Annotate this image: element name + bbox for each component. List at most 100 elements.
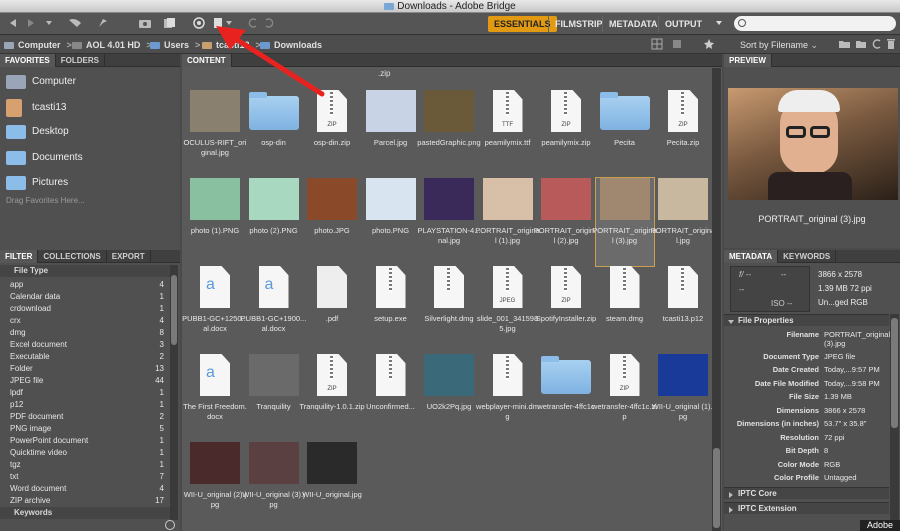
favorite-home[interactable]: tcasti13 bbox=[4, 97, 174, 119]
workspace-output[interactable]: OUTPUT bbox=[658, 16, 708, 32]
filter-item[interactable]: PowerPoint document 1 bbox=[0, 435, 170, 447]
filter-item[interactable]: lpdf 1 bbox=[0, 387, 170, 399]
thumbnail-item[interactable]: Unconfirmed... bbox=[362, 354, 420, 442]
filter-item[interactable]: Executable 2 bbox=[0, 351, 170, 363]
filter-item[interactable]: Word document 4 bbox=[0, 483, 170, 495]
filter-item[interactable]: dmg 8 bbox=[0, 327, 170, 339]
filter-item[interactable]: PDF document 2 bbox=[0, 411, 170, 423]
filter-item[interactable]: ZIP archive 17 bbox=[0, 495, 170, 507]
tab-metadata[interactable]: METADATA bbox=[724, 250, 779, 263]
filter-item[interactable]: app 4 bbox=[0, 279, 170, 291]
filter-section-file-type[interactable]: File Type bbox=[0, 265, 170, 277]
search-input[interactable] bbox=[734, 16, 896, 31]
favorite-pictures[interactable]: Pictures bbox=[4, 172, 174, 194]
filter-lock-icon[interactable] bbox=[165, 520, 175, 530]
workspace-dropdown-icon[interactable] bbox=[710, 16, 728, 32]
filter-item[interactable]: Calendar data 1 bbox=[0, 291, 170, 303]
thumbnail-item[interactable]: OCULUS-RIFT_original.jpg bbox=[184, 90, 246, 178]
tab-export[interactable]: EXPORT bbox=[107, 250, 151, 263]
thumbnail-item[interactable]: .pdf bbox=[303, 266, 361, 354]
preview-image[interactable] bbox=[728, 88, 898, 200]
filter-item[interactable]: crdownload 1 bbox=[0, 303, 170, 315]
breadcrumb-users[interactable]: Users > bbox=[150, 36, 200, 54]
content-scroll-thumb[interactable] bbox=[713, 448, 720, 528]
thumbnail-item[interactable]: photo (1).PNG bbox=[186, 178, 244, 266]
filter-item[interactable]: crx 4 bbox=[0, 315, 170, 327]
tab-folders[interactable]: FOLDERS bbox=[56, 54, 105, 67]
tab-favorites[interactable]: FAVORITES bbox=[0, 54, 56, 67]
camera-icon[interactable] bbox=[136, 16, 154, 32]
thumbnail-item[interactable]: WII-U_original.jpg bbox=[302, 442, 362, 530]
thumbnail-item[interactable]: PLAYSTATION-4...nal.jpg bbox=[418, 178, 480, 266]
tab-filter[interactable]: FILTER bbox=[0, 250, 39, 263]
tab-keywords[interactable]: KEYWORDS bbox=[778, 250, 837, 263]
section-iptc-extension[interactable]: IPTC Extension bbox=[724, 502, 889, 514]
thumbnail-item[interactable]: TTF peamilymix.ttf bbox=[479, 90, 537, 178]
filter-scrollbar[interactable] bbox=[170, 265, 178, 520]
tab-preview[interactable]: PREVIEW bbox=[724, 54, 772, 67]
content-scrollbar[interactable] bbox=[712, 68, 721, 531]
workspace-essentials[interactable]: ESSENTIALS bbox=[488, 16, 557, 32]
thumbnail-item[interactable]: ZIP peamilymix.zip bbox=[537, 90, 595, 178]
back-icon[interactable] bbox=[4, 16, 22, 32]
thumbnail-item[interactable]: ZIP osp-din.zip bbox=[303, 90, 361, 178]
thumbnail-item[interactable]: a PUBB1-GC+1250...al.docx bbox=[182, 266, 248, 354]
thumbnail-item[interactable]: Tranquility bbox=[245, 354, 303, 442]
thumbnail-item[interactable]: ZIP Pecita.zip bbox=[654, 90, 712, 178]
thumbnail-item[interactable]: PORTRAIT_original (3).jpg bbox=[592, 177, 657, 267]
thumbnail-item[interactable]: WII-U_original (1).jpg bbox=[652, 354, 714, 442]
thumbnail-item[interactable]: a PUBB1-GC+1900...al.docx bbox=[241, 266, 306, 354]
sort-dropdown[interactable]: Sort by Filename ⌄ bbox=[740, 36, 818, 54]
thumbnail-item[interactable]: ZIP wetransfer-4ffc1c.zip bbox=[592, 354, 657, 442]
thumbnail-item[interactable]: Pecita bbox=[596, 90, 654, 178]
camera-raw-icon[interactable] bbox=[190, 16, 208, 32]
thumbnail-item[interactable]: WII-U_original (2).jpg bbox=[184, 442, 246, 530]
thumbnail-item[interactable]: Silverlight.dmg bbox=[420, 266, 478, 354]
favorite-desktop[interactable]: Desktop bbox=[4, 121, 174, 143]
refine-icon[interactable] bbox=[160, 16, 178, 32]
filter-item[interactable]: Folder 13 bbox=[0, 363, 170, 375]
filter-item[interactable]: PNG image 5 bbox=[0, 423, 170, 435]
filter-item[interactable]: Quicktime video 1 bbox=[0, 447, 170, 459]
filter-item[interactable]: txt 7 bbox=[0, 471, 170, 483]
rating-filter-icon[interactable] bbox=[668, 37, 686, 53]
section-file-properties[interactable]: File Properties bbox=[724, 314, 889, 326]
thumbnail-item[interactable]: WII-U_original (3).jpg bbox=[242, 442, 305, 530]
thumbnail-item[interactable]: photo (2).PNG bbox=[245, 178, 303, 266]
star-filter-icon[interactable] bbox=[700, 37, 718, 53]
thumbnail-item[interactable]: setup.exe bbox=[362, 266, 420, 354]
filter-scroll-thumb[interactable] bbox=[171, 275, 177, 345]
workspace-filmstrip[interactable]: FILMSTRIP bbox=[548, 16, 609, 32]
thumbnail-item[interactable]: wetransfer-4ffc1c bbox=[537, 354, 595, 442]
favorite-documents[interactable]: Documents bbox=[4, 147, 174, 169]
filter-item[interactable]: tgz 1 bbox=[0, 459, 170, 471]
thumbnail-item[interactable]: JPEG slide_001_3415985.jpg bbox=[477, 266, 538, 354]
filter-item[interactable]: p12 1 bbox=[0, 399, 170, 411]
thumbnail-item[interactable]: pastedGraphic.png bbox=[417, 90, 481, 178]
thumbnail-item[interactable]: tcasti13.p12 bbox=[654, 266, 712, 354]
thumbnail-item[interactable]: ZIP Tranquility-1.0.1.zip bbox=[299, 354, 365, 442]
thumbnail-item[interactable]: PORTRAIT_original.jpg bbox=[651, 178, 715, 266]
metadata-scrollbar[interactable] bbox=[890, 314, 899, 526]
boomerang-icon[interactable] bbox=[94, 16, 112, 32]
metadata-scroll-thumb[interactable] bbox=[891, 318, 898, 428]
forward-icon[interactable] bbox=[22, 16, 40, 32]
thumbnail-item[interactable]: PORTRAIT_original (2).jpg bbox=[534, 178, 598, 266]
trash-icon[interactable] bbox=[882, 37, 900, 53]
reveal-icon[interactable] bbox=[66, 16, 84, 32]
thumbnail-item[interactable]: Parcel.jpg bbox=[362, 90, 420, 178]
workspace-metadata[interactable]: METADATA bbox=[602, 16, 664, 32]
thumbnail-item[interactable]: osp-din bbox=[245, 90, 303, 178]
section-iptc-core[interactable]: IPTC Core bbox=[724, 487, 889, 499]
thumbnail-quality-icon[interactable] bbox=[648, 37, 666, 53]
thumbnail-item[interactable]: webplayer-mini.dmg bbox=[476, 354, 539, 442]
thumbnail-item[interactable]: steam.dmg bbox=[596, 266, 654, 354]
thumbnail-item[interactable]: UO2k2Pq.jpg bbox=[420, 354, 478, 442]
thumbnail-item[interactable]: ZIP SpotifyInstaller.zip bbox=[536, 266, 596, 354]
filter-item[interactable]: JPEG file 44 bbox=[0, 375, 170, 387]
thumbnail-item[interactable]: a The First Freedom.docx bbox=[183, 354, 247, 442]
breadcrumb-computer[interactable]: Computer > bbox=[4, 36, 72, 54]
thumbnail-item[interactable]: photo.JPG bbox=[303, 178, 361, 266]
breadcrumb-drive[interactable]: AOL 4.01 HD > bbox=[72, 36, 152, 54]
thumbnail-item[interactable]: photo.PNG bbox=[362, 178, 420, 266]
